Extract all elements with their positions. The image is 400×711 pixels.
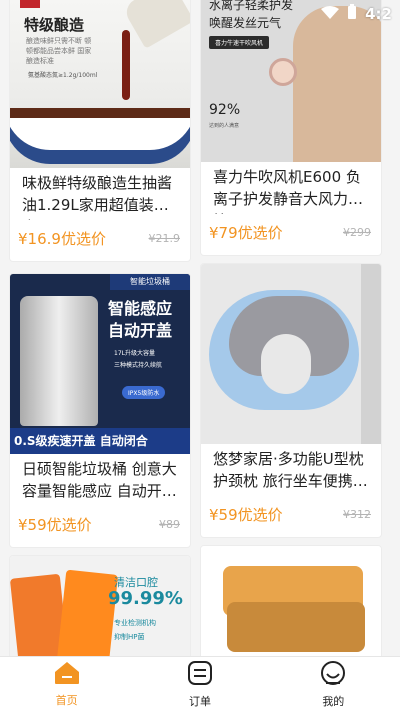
product-feed[interactable]: 特级酿造 酿造味鲜只需不断 顿顿都能品尝本鲜 国家酿造标准 氨基酸态氮≥1.2g… xyxy=(0,0,400,656)
battery-icon xyxy=(347,4,357,24)
image-subtext: 酿造味鲜只需不断 顿顿都能品尝本鲜 国家酿造标准 xyxy=(26,37,92,65)
image-tag: 喜力牛速干吹风机 xyxy=(209,36,270,49)
status-bar: 4:2 xyxy=(280,0,400,28)
rack-shape xyxy=(361,264,381,444)
image-text: 抑制HP菌 xyxy=(114,633,145,641)
original-price: ¥312 xyxy=(343,508,371,521)
product-title[interactable]: 味极鲜特级酿造生抽酱油1.29L家用超值装厨房… xyxy=(10,168,190,220)
original-price: ¥21.9 xyxy=(148,232,181,245)
tab-orders[interactable]: 订单 xyxy=(160,657,240,711)
product-image: 清洁口腔 99.99% 专业检测机构 抑制HP菌 xyxy=(10,556,190,656)
price-row: ¥59优选价 ¥312 xyxy=(201,496,381,525)
image-text: 唤醒发丝元气 xyxy=(209,16,282,30)
tab-home[interactable]: 首页 xyxy=(27,657,107,711)
product-image: 智能垃圾桶 智能感应 自动开盖 17L升级大容量 三种模式持久续航 IPX5级防… xyxy=(10,274,190,454)
price-row: ¥16.9优选价 ¥21.9 xyxy=(10,220,190,249)
product-image xyxy=(201,264,381,444)
product-card[interactable]: 水离子轻柔护发 唤醒发丝元气 喜力牛速干吹风机 92% 达到的人满意 喜力牛吹风… xyxy=(201,0,381,255)
profile-icon xyxy=(320,660,346,690)
product-title[interactable]: 日硕智能垃圾桶 创意大容量智能感应 自动开… xyxy=(10,454,190,506)
bowl-shape xyxy=(10,108,190,164)
image-headline: 智能感应 自动开盖 xyxy=(108,299,173,340)
product-price: ¥59优选价 xyxy=(209,506,283,524)
bottom-tab-bar: 首页 订单 我的 xyxy=(0,656,400,711)
price-row: ¥59优选价 ¥89 xyxy=(10,506,190,535)
image-note: 达到的人满意 xyxy=(209,123,240,129)
product-price: ¥16.9优选价 xyxy=(18,230,106,248)
image-feature: IPX5级防水 xyxy=(122,386,166,399)
tab-label: 订单 xyxy=(188,694,211,708)
orders-icon xyxy=(187,660,213,690)
product-card[interactable] xyxy=(201,546,381,656)
status-time: 4:2 xyxy=(365,5,392,23)
tab-label: 我的 xyxy=(322,694,345,708)
image-heading: 特级酿造 xyxy=(24,16,85,34)
image-feature: 三种模式持久续航 xyxy=(114,362,163,369)
tab-profile[interactable]: 我的 xyxy=(293,657,373,711)
image-text: 专业检测机构 xyxy=(114,619,156,627)
bottle-shape xyxy=(121,0,190,49)
product-title[interactable]: 喜力牛吹风机E600 负离子护发静音大风力快… xyxy=(201,162,381,214)
image-strip: 0.S级疾速开盖 自动闭合 xyxy=(10,428,190,454)
home-icon xyxy=(54,661,80,689)
price-row: ¥79优选价 ¥299 xyxy=(201,214,381,243)
wifi-icon xyxy=(321,5,340,24)
trash-bin-shape xyxy=(20,296,98,426)
image-percent: 92% xyxy=(209,102,241,118)
model-shape xyxy=(293,6,381,162)
product-price: ¥79优选价 xyxy=(209,224,283,242)
brand-logo xyxy=(20,0,40,8)
product-card[interactable]: 智能垃圾桶 智能感应 自动开盖 17L升级大容量 三种模式持久续航 IPX5级防… xyxy=(10,274,190,547)
product-card[interactable]: 悠梦家居·多功能U型枕护颈枕 旅行坐车便携… ¥59优选价 ¥312 xyxy=(201,264,381,537)
pillow-hole-shape xyxy=(261,334,311,394)
hair-dryer-shape xyxy=(269,58,297,86)
product-price: ¥59优选价 xyxy=(18,516,92,534)
towel-shape xyxy=(227,602,365,652)
original-price: ¥89 xyxy=(159,518,180,531)
image-volume: 氨基酸态氮≥1.2g/100ml xyxy=(28,72,98,79)
tab-label: 首页 xyxy=(55,693,78,707)
product-card[interactable]: 清洁口腔 99.99% 专业检测机构 抑制HP菌 xyxy=(10,556,190,656)
image-feature: 17L升级大容量 xyxy=(114,350,155,357)
product-card[interactable]: 特级酿造 酿造味鲜只需不断 顿顿都能品尝本鲜 国家酿造标准 氨基酸态氮≥1.2g… xyxy=(10,0,190,261)
toothpaste-tube-shape xyxy=(53,569,119,656)
original-price: ¥299 xyxy=(343,226,371,239)
product-image: 特级酿造 酿造味鲜只需不断 顿顿都能品尝本鲜 国家酿造标准 氨基酸态氮≥1.2g… xyxy=(10,0,190,168)
product-title[interactable]: 悠梦家居·多功能U型枕护颈枕 旅行坐车便携… xyxy=(201,444,381,496)
product-image xyxy=(201,546,381,656)
soy-stream-shape xyxy=(122,30,130,100)
image-badge: 智能垃圾桶 xyxy=(110,274,190,290)
image-text: 99.99% xyxy=(108,588,183,609)
